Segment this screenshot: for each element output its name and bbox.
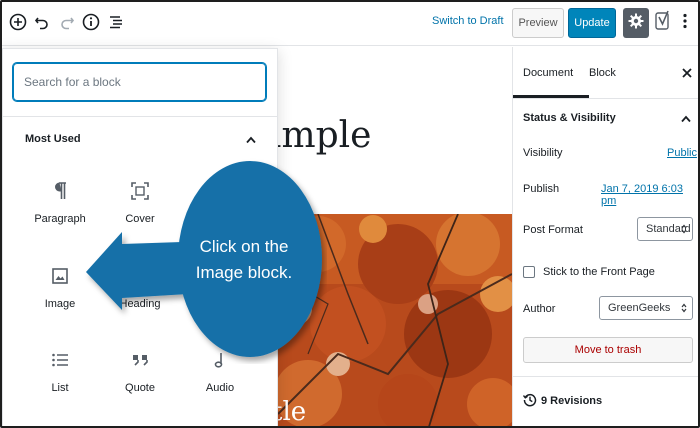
preview-button[interactable]: Preview [512,8,564,38]
more-menu-icon [683,13,687,34]
info-icon[interactable] [81,12,101,32]
sticky-label: Stick to the Front Page [543,266,655,278]
section-title[interactable]: Status & Visibility [523,112,616,124]
panel-toggle-button[interactable] [244,133,258,147]
revisions-icon [522,393,537,407]
settings-sidebar: Document Block Status & Visibility Visib… [512,47,698,426]
gear-icon [628,13,644,34]
author-value: GreenGeeks [608,302,671,314]
select-arrows-icon [680,223,688,235]
divider [513,376,698,377]
tab-document[interactable]: Document [523,67,573,79]
active-tab-indicator [513,95,589,98]
settings-button[interactable] [623,8,649,38]
publish-date-link[interactable]: Jan 7, 2019 6:03 pm [601,183,698,207]
block-label: Image [44,298,76,310]
chevron-up-icon [246,131,256,149]
yoast-icon [655,10,671,37]
outline-icon[interactable] [106,12,126,32]
visibility-label: Visibility [523,147,563,159]
block-label: Audio [205,382,235,394]
editor-window: Switch to Draft Preview Update ample tle… [0,0,700,428]
block-search-field[interactable] [13,63,266,101]
callout-text: Click on the Image block. [174,234,314,286]
chevron-up-icon[interactable] [679,112,693,126]
yoast-button[interactable] [654,10,672,36]
visibility-link[interactable]: Public [667,147,697,159]
list-icon [48,348,72,372]
publish-label: Publish [523,183,560,195]
top-toolbar: Switch to Draft Preview Update [2,2,698,46]
close-icon[interactable] [681,67,693,79]
sticky-checkbox[interactable] [523,266,535,278]
block-label: Paragraph [34,213,86,225]
image-icon [48,264,72,288]
block-label: List [51,382,69,394]
panel-title: Most Used [25,133,81,145]
undo-icon[interactable] [32,12,52,32]
post-format-label: Post Format [523,224,583,236]
sidebar-tabs: Document Block [513,47,698,99]
add-block-icon[interactable] [8,12,28,32]
switch-to-draft-link[interactable]: Switch to Draft [432,15,504,27]
block-search-input[interactable] [24,75,265,89]
select-arrows-icon [680,302,688,314]
callout-line-2: Image block. [195,263,293,282]
more-menu-button[interactable] [678,12,692,34]
divider [3,116,277,117]
update-button[interactable]: Update [568,8,616,38]
author-select[interactable]: GreenGeeks [599,296,693,320]
block-label: Quote [125,382,155,394]
revisions-link[interactable]: 9 Revisions [541,395,602,407]
paragraph-icon [48,179,72,203]
post-format-select[interactable]: Standard [637,217,693,241]
move-to-trash-button[interactable]: Move to trash [523,337,693,363]
redo-icon[interactable] [57,12,77,32]
callout-line-1: Click on the [199,237,289,256]
author-label: Author [523,303,556,315]
tab-block[interactable]: Block [589,67,616,79]
